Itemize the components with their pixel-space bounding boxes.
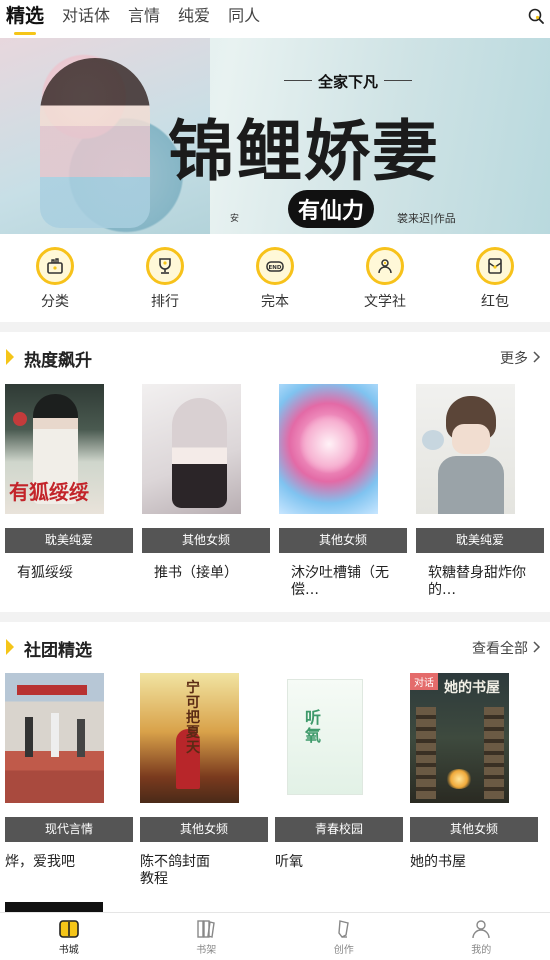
- cover-title: 她的书屋: [444, 680, 500, 696]
- end-tag-icon: END: [256, 247, 294, 285]
- banner-author: 裳来迟|作品: [397, 212, 456, 225]
- nav-label: 书架: [196, 945, 217, 956]
- book-cover: [416, 384, 515, 514]
- category-item-red-envelope[interactable]: 红包: [440, 234, 550, 322]
- category-item-completed[interactable]: END 完本: [220, 234, 330, 322]
- book-cover: 有狐绥绥: [5, 384, 104, 514]
- book-title: 听氧: [275, 854, 303, 870]
- book-card[interactable]: 听氧 青春校园 听氧: [275, 673, 403, 888]
- category-bag-icon: [36, 247, 74, 285]
- view-all-link[interactable]: 查看全部: [472, 638, 528, 658]
- svg-text:END: END: [269, 265, 282, 271]
- book-title: 陈不鸽封面教程: [140, 854, 210, 887]
- tab-dialogue[interactable]: 对话体: [62, 4, 110, 28]
- nav-profile[interactable]: 我的: [413, 913, 550, 960]
- book-card[interactable]: 宁可把夏天 其他女频 陈不鸽封面教程: [140, 673, 268, 888]
- genre-label: 其他女频: [410, 817, 538, 842]
- book-cover: [5, 673, 104, 803]
- category-label: 文学社: [364, 294, 406, 310]
- nav-bookshelf[interactable]: 书架: [138, 913, 276, 960]
- cover-title: 有狐绥绥: [9, 480, 89, 504]
- category-label: 红包: [481, 294, 509, 310]
- banner-subtitle: 有仙力: [288, 190, 375, 228]
- section-header: 热度飙升 更多: [0, 346, 550, 371]
- chevron-right-icon[interactable]: [530, 350, 544, 364]
- banner-character-art: [40, 58, 150, 228]
- nav-label: 我的: [471, 945, 492, 956]
- cover-title: 宁可把夏天: [186, 680, 200, 756]
- book-card[interactable]: 现代言情 烨，爱我吧: [5, 673, 133, 888]
- nav-label: 创作: [333, 945, 354, 956]
- book-card[interactable]: 有狐绥绥 耽美纯爱 有狐绥绥: [5, 384, 133, 599]
- section-header: 社团精选 查看全部: [0, 636, 550, 661]
- category-item-literary-club[interactable]: 文学社: [330, 234, 440, 322]
- tab-fanfic[interactable]: 同人: [228, 4, 260, 28]
- tab-romance[interactable]: 言情: [128, 4, 160, 28]
- book-list: 现代言情 烨，爱我吧 宁可把夏天 其他女频 陈不鸽封面教程 听氧 青春校园 听氧: [5, 673, 538, 888]
- promo-banner[interactable]: 全家下凡 锦鲤娇妻 安 有仙力 裳来迟|作品: [0, 38, 550, 234]
- nav-bookstore[interactable]: 书城: [0, 913, 138, 960]
- book-card[interactable]: 耽美纯爱 软糖替身甜炸你的…: [416, 384, 544, 599]
- quick-categories: 分类 排行 END 完本 文学社 红包: [0, 234, 550, 322]
- book-list: 有狐绥绥 耽美纯爱 有狐绥绥 其他女频 推书（接单） 其他女频 沐汐吐槽铺（无偿…: [5, 384, 544, 599]
- banner-top-text: 全家下凡: [283, 73, 413, 91]
- book-card[interactable]: 其他女频 推书（接单）: [142, 384, 270, 599]
- pen-icon: [338, 920, 349, 938]
- genre-label: 其他女频: [279, 528, 407, 553]
- trophy-icon: [146, 247, 184, 285]
- section-title: 社团精选: [24, 641, 92, 661]
- tab-pure-love[interactable]: 纯爱: [178, 4, 210, 28]
- book-title: 她的书屋: [410, 854, 466, 870]
- book-title: 软糖替身甜炸你的…: [428, 565, 526, 598]
- bottom-navigation: 书城 书架 创作 我的: [0, 912, 550, 960]
- section-club-picks: 社团精选 查看全部 现代言情 烨，爱我吧 宁可把夏天 其他女频 陈不鸽封面教程: [0, 622, 550, 912]
- genre-label: 耽美纯爱: [5, 528, 133, 553]
- bookshelf-icon: [197, 920, 216, 938]
- community-icon: [366, 247, 404, 285]
- nav-label: 书城: [58, 945, 79, 956]
- genre-label: 青春校园: [275, 817, 403, 842]
- category-label: 完本: [261, 294, 289, 310]
- section-hot-rising: 热度飙升 更多 有狐绥绥 耽美纯爱 有狐绥绥 其他女频 推书（接单） 其他女频: [0, 332, 550, 612]
- genre-label: 其他女频: [142, 528, 270, 553]
- section-title: 热度飙升: [24, 351, 92, 371]
- category-label: 分类: [41, 294, 69, 310]
- book-title: 沐汐吐槽铺（无偿…: [291, 565, 389, 598]
- next-row-cover-peek: [5, 902, 103, 912]
- book-cover: 听氧: [275, 673, 374, 803]
- profile-icon: [472, 920, 490, 939]
- book-title: 推书（接单）: [154, 565, 238, 581]
- category-tabs: 精选 对话体 言情 纯爱 同人: [6, 4, 260, 35]
- book-card[interactable]: 对话 她的书屋 其他女频 她的书屋: [410, 673, 538, 888]
- bookstore-icon: [58, 920, 79, 938]
- book-cover: 宁可把夏天: [140, 673, 239, 803]
- book-cover: [279, 384, 378, 514]
- more-link[interactable]: 更多: [500, 348, 528, 368]
- banner-title: 锦鲤娇妻: [168, 112, 440, 190]
- genre-label: 现代言情: [5, 817, 133, 842]
- book-cover: [142, 384, 241, 514]
- book-title: 烨，爱我吧: [5, 854, 75, 870]
- nav-create[interactable]: 创作: [275, 913, 413, 960]
- category-item-classify[interactable]: 分类: [0, 234, 110, 322]
- book-card[interactable]: 其他女频 沐汐吐槽铺（无偿…: [279, 384, 407, 599]
- book-cover: 对话 她的书屋: [410, 673, 509, 803]
- red-envelope-icon: [476, 247, 514, 285]
- category-label: 排行: [151, 294, 179, 310]
- tab-featured[interactable]: 精选: [6, 4, 44, 35]
- dialogue-badge: 对话: [410, 673, 438, 690]
- banner-small-tag: 安: [230, 214, 240, 224]
- cover-title: 听氧: [305, 708, 322, 745]
- section-marker: [6, 349, 14, 365]
- chevron-right-icon[interactable]: [530, 640, 544, 654]
- genre-label: 其他女频: [140, 817, 268, 842]
- search-icon[interactable]: [528, 8, 544, 24]
- category-item-ranking[interactable]: 排行: [110, 234, 220, 322]
- genre-label: 耽美纯爱: [416, 528, 544, 553]
- section-marker: [6, 639, 14, 655]
- book-title: 有狐绥绥: [17, 565, 73, 581]
- top-tab-bar: 精选 对话体 言情 纯爱 同人: [0, 0, 550, 38]
